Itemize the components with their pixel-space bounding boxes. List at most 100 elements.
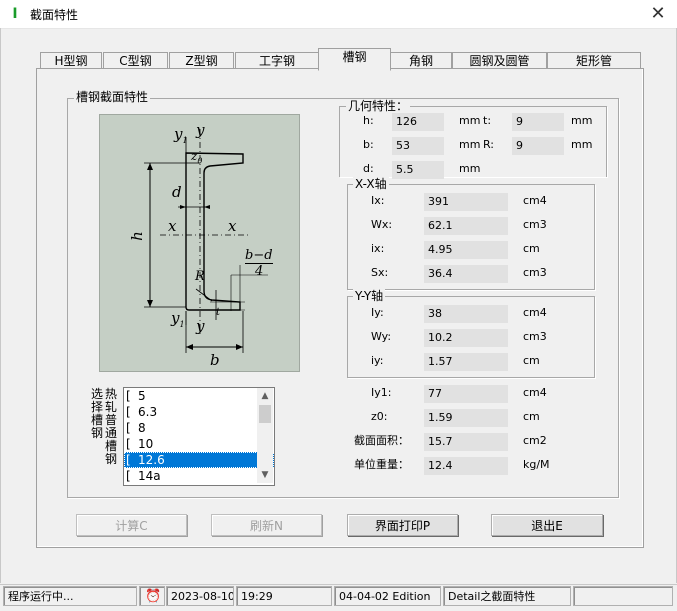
list-item[interactable]: [10	[124, 436, 274, 452]
z0-label: z0:	[371, 410, 388, 423]
list-item[interactable]: [5	[124, 388, 274, 404]
z0-field: 1.59	[424, 409, 508, 427]
Ix-unit: cm4	[523, 194, 547, 207]
Sx-field: 36.4	[424, 265, 508, 283]
select-label: 选择槽钢	[90, 387, 103, 440]
exit-button[interactable]: 退出E	[491, 514, 603, 536]
label-R: R	[195, 269, 205, 284]
status-time: 19:29	[236, 586, 332, 606]
status-text: 程序运行中...	[3, 586, 137, 606]
tab-round-tube[interactable]: 圆钢及圆管	[452, 52, 547, 69]
label-h: h	[127, 231, 146, 241]
title-bar	[0, 0, 677, 29]
Iy1-unit: cm4	[523, 386, 547, 399]
h-unit: mm	[459, 114, 481, 127]
b-label: b:	[363, 138, 374, 151]
t-label: t:	[483, 114, 492, 127]
Iy-label: Iy:	[371, 306, 384, 319]
ix-label: ix:	[371, 242, 385, 255]
iy-field: 1.57	[424, 353, 508, 371]
geometry-group-title: 几何特性：	[346, 99, 411, 113]
R-field: 9	[512, 137, 564, 155]
xx-axis-group-title: X-X轴	[353, 177, 389, 191]
Sx-unit: cm3	[523, 266, 547, 279]
Wy-label: Wy:	[371, 330, 392, 343]
Wy-unit: cm3	[523, 330, 547, 343]
calculate-button[interactable]: 计算C	[76, 514, 187, 536]
window-title: 截面特性	[30, 8, 79, 22]
Wx-label: Wx:	[371, 218, 393, 231]
section-group-title: 槽钢截面特性	[74, 90, 151, 104]
list-item[interactable]: [6.3	[124, 404, 274, 420]
status-detail: Detail之截面特性	[443, 586, 571, 606]
channel-diagram: y1 y z0 d h x x R b−d 4 t y1 y b	[99, 114, 300, 372]
refresh-button[interactable]: 刷新N	[211, 514, 322, 536]
tab-rect-tube[interactable]: 矩形管	[547, 52, 641, 69]
area-unit: cm2	[523, 434, 547, 447]
weight-label: 单位重量：	[354, 458, 409, 471]
label-frac-num: b−d	[245, 248, 273, 264]
tab-channel[interactable]: 槽钢	[318, 48, 391, 71]
Wy-field: 10.2	[424, 329, 508, 347]
tab-c-steel[interactable]: C型钢	[103, 52, 168, 69]
tab-h-steel[interactable]: H型钢	[40, 52, 102, 69]
weight-unit: kg/M	[523, 458, 550, 471]
Iy1-label: Iy1:	[371, 386, 392, 399]
label-y1-bottom: y1	[171, 309, 185, 329]
label-b: b	[210, 351, 220, 369]
iy-unit: cm	[523, 354, 540, 367]
R-unit: mm	[571, 138, 593, 151]
label-frac-den: 4	[255, 264, 264, 279]
yy-axis-group-title: Y-Y轴	[353, 289, 386, 303]
scroll-down-icon[interactable]: ▼	[257, 467, 273, 483]
clock-icon: ⏰	[139, 586, 165, 606]
label-z0: z0	[191, 149, 203, 166]
area-label: 截面面积：	[354, 434, 409, 447]
t-unit: mm	[571, 114, 593, 127]
ix-field: 4.95	[424, 241, 508, 259]
tab-angle[interactable]: 角钢	[390, 52, 452, 69]
app-icon: I	[12, 6, 18, 22]
list-item-selected[interactable]: [12.6	[124, 452, 274, 468]
Wx-unit: cm3	[523, 218, 547, 231]
label-x-left: x	[168, 217, 177, 235]
label-y-top: y	[196, 121, 205, 139]
d-field: 5.5	[392, 161, 444, 179]
close-button[interactable]: ✕	[640, 2, 676, 26]
Iy1-field: 77	[424, 385, 508, 403]
weight-field: 12.4	[424, 457, 508, 475]
Wx-field: 62.1	[424, 217, 508, 235]
Iy-unit: cm4	[523, 306, 547, 319]
print-button[interactable]: 界面打印P	[347, 514, 458, 536]
label-x-right: x	[228, 217, 237, 235]
tab-z-steel[interactable]: Z型钢	[169, 52, 234, 69]
Sx-label: Sx:	[371, 266, 389, 279]
h-field: 126	[392, 113, 444, 131]
area-field: 15.7	[424, 433, 508, 451]
list-item[interactable]: [8	[124, 420, 274, 436]
b-unit: mm	[459, 138, 481, 151]
label-y-bottom: y	[196, 317, 205, 335]
h-label: h:	[363, 114, 374, 127]
t-field: 9	[512, 113, 564, 131]
label-t: t	[216, 307, 221, 318]
label-y1-top: y1	[174, 125, 188, 145]
ix-unit: cm	[523, 242, 540, 255]
b-field: 53	[392, 137, 444, 155]
section-listbox[interactable]: [5 [6.3 [8 [10 [12.6 [14a	[123, 387, 275, 486]
d-unit: mm	[459, 162, 481, 175]
tab-i-beam[interactable]: 工字钢	[235, 52, 319, 69]
iy-label: iy:	[371, 354, 384, 367]
scroll-up-icon[interactable]: ▲	[257, 388, 273, 404]
select-label-2: 热轧普通槽钢	[104, 387, 117, 466]
d-label: d:	[363, 162, 374, 175]
Ix-field: 391	[424, 193, 508, 211]
label-d: d	[172, 183, 182, 201]
Ix-label: Ix:	[371, 194, 385, 207]
scroll-thumb[interactable]	[259, 405, 271, 423]
Iy-field: 38	[424, 305, 508, 323]
list-item[interactable]: [14a	[124, 468, 274, 484]
R-label: R:	[483, 138, 495, 151]
status-edition: 04-04-02 Edition	[334, 586, 441, 606]
status-date: 2023-08-10	[166, 586, 234, 606]
